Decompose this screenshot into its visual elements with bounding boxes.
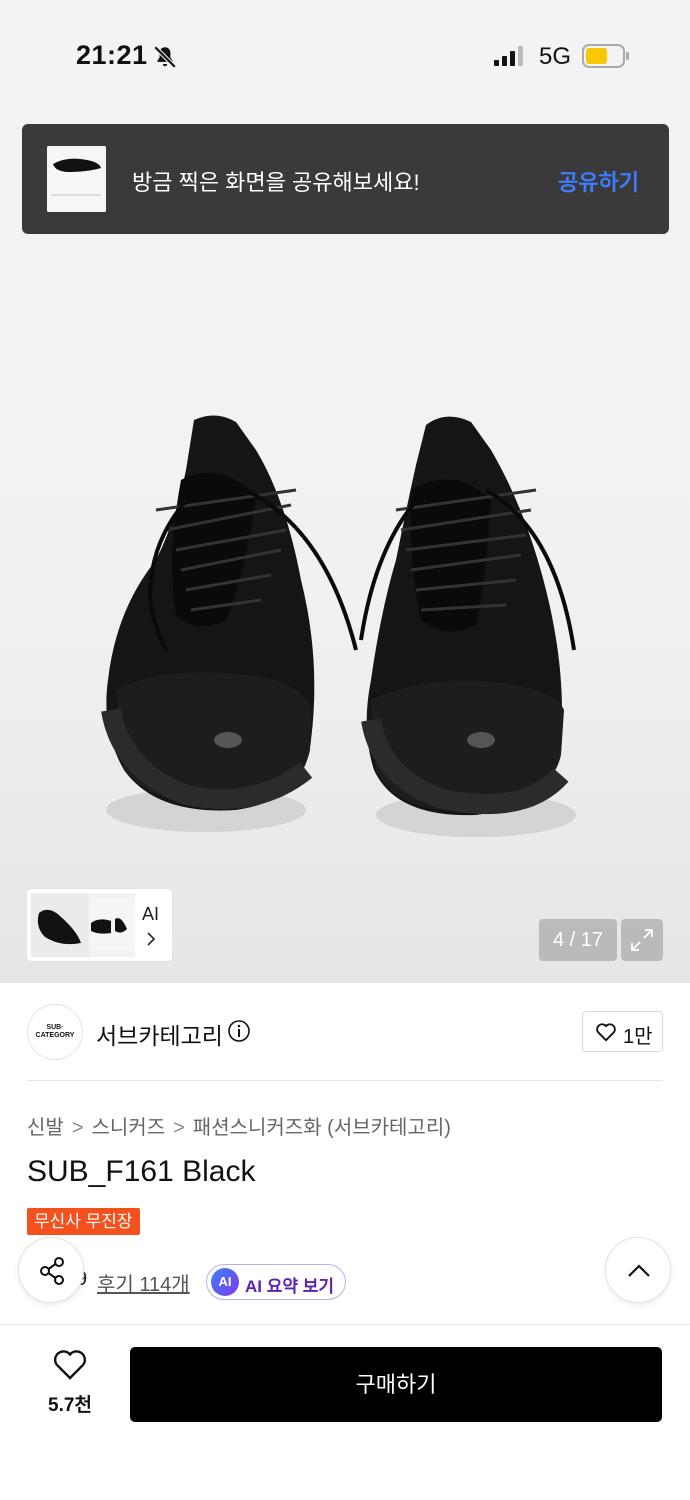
- ai-thumbnail-image: [31, 893, 135, 957]
- scroll-top-button[interactable]: [605, 1237, 671, 1303]
- breadcrumb: 신발 > 스니커즈 > 패션스니커즈화 (서브카테고리): [27, 1111, 451, 1140]
- chevron-right-icon: [147, 932, 156, 946]
- share-button[interactable]: [18, 1237, 84, 1303]
- brand-name[interactable]: 서브카테고리: [96, 1017, 223, 1051]
- share-now-button[interactable]: 공유하기: [558, 165, 639, 197]
- promo-badge: 무신사 무진장: [27, 1208, 140, 1235]
- info-icon[interactable]: [227, 1019, 251, 1043]
- bottom-action-bar: 5.7천 구매하기: [0, 1324, 690, 1500]
- brand-like-count: 1만: [623, 1026, 653, 1048]
- network-label: 5G: [539, 43, 572, 70]
- share-toast: 방금 찍은 화면을 공유해보세요! 공유하기: [22, 124, 669, 234]
- heart-icon: [596, 1023, 616, 1042]
- toast-message: 방금 찍은 화면을 공유해보세요!: [132, 170, 420, 195]
- image-counter: 4 / 17: [539, 919, 617, 961]
- signal-icon: [494, 46, 523, 66]
- heart-icon: [53, 1350, 87, 1380]
- wishlist-count: 5.7천: [48, 1395, 92, 1416]
- ai-icon: AI: [211, 1268, 239, 1296]
- breadcrumb-item[interactable]: 스니커즈: [92, 1117, 166, 1139]
- ai-summary-label: AI 요약 보기: [245, 1277, 335, 1296]
- buy-button[interactable]: 구매하기: [130, 1347, 662, 1422]
- reviews-link[interactable]: 후기 114개: [97, 1268, 190, 1297]
- status-bar: 21:21 5G: [0, 0, 690, 110]
- ai-thumbnail-chip[interactable]: AI: [27, 889, 172, 961]
- expand-button[interactable]: [621, 919, 663, 961]
- breadcrumb-item[interactable]: 신발: [27, 1117, 64, 1139]
- ai-label: AI: [142, 904, 160, 924]
- shoes-photo: [101, 415, 576, 837]
- wishlist-button[interactable]: 5.7천: [38, 1349, 102, 1419]
- breadcrumb-item[interactable]: 패션스니커즈화 (서브카테고리): [193, 1117, 451, 1139]
- share-icon: [40, 1257, 64, 1285]
- brand-like-button[interactable]: 1만: [582, 1011, 663, 1052]
- status-time: 21:21: [76, 40, 148, 70]
- chevron-up-icon: [628, 1264, 650, 1277]
- chevron-right-icon: >: [173, 1117, 185, 1139]
- toast-thumbnail: [47, 146, 106, 212]
- product-image[interactable]: [0, 110, 690, 983]
- battery-icon: [582, 44, 629, 68]
- chevron-right-icon: >: [71, 1117, 84, 1139]
- divider: [27, 1080, 663, 1081]
- brand-logo[interactable]: SUB· CATEGORY: [27, 1004, 83, 1060]
- bell-slash-icon: [153, 45, 177, 69]
- ai-summary-button[interactable]: AI AI 요약 보기: [206, 1264, 346, 1300]
- product-title: SUB_F161 Black: [27, 1155, 256, 1188]
- expand-icon: [631, 929, 653, 951]
